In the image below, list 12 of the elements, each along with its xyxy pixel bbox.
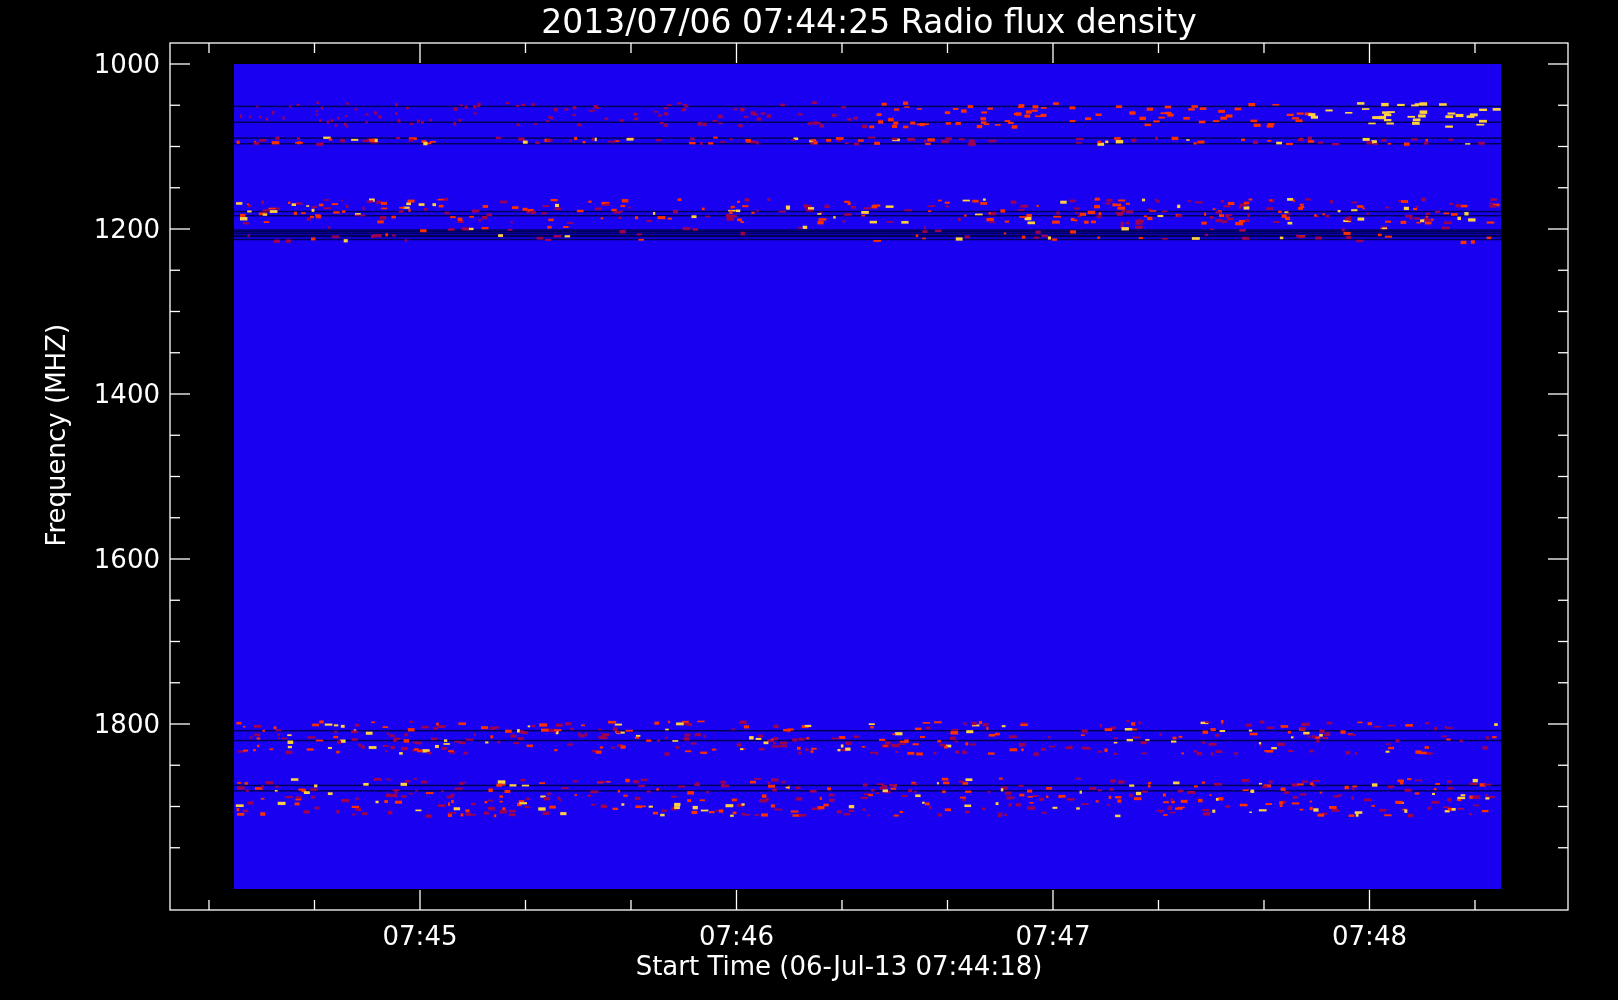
y-tick-label: 1000 [93, 49, 160, 79]
x-tick-label: 07:46 [699, 921, 774, 951]
y-tick-label: 1800 [93, 709, 160, 739]
y-tick-label: 1200 [93, 214, 160, 244]
x-tick-label: 07:48 [1332, 921, 1407, 951]
y-tick-label: 1400 [93, 379, 160, 409]
x-tick-label: 07:45 [382, 921, 458, 951]
y-axis-label: Frequency (MHZ) [41, 323, 71, 547]
x-axis-label: Start Time (06-Jul-13 07:44:18) [635, 951, 1043, 981]
y-tick-label: 1600 [93, 544, 160, 574]
x-tick-label: 07:47 [1015, 921, 1091, 951]
chart-title: 2013/07/06 07:44:25 Radio flux density [541, 2, 1197, 41]
